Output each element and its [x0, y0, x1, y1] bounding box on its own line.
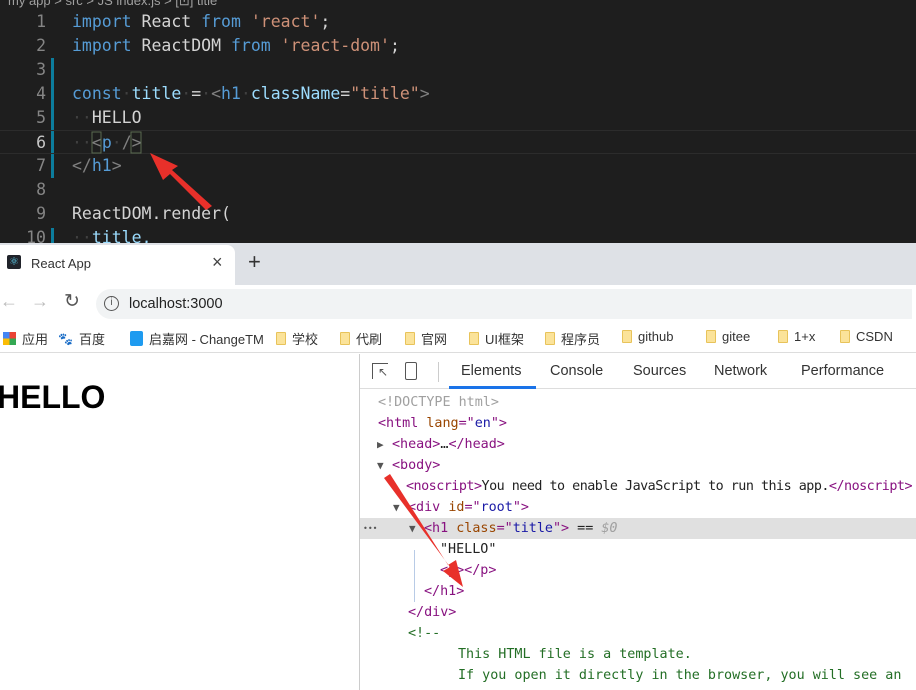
red-arrow-annotation	[150, 153, 463, 587]
annotation-overlay	[91, 131, 463, 587]
editor-bracket-highlight	[91, 131, 142, 154]
